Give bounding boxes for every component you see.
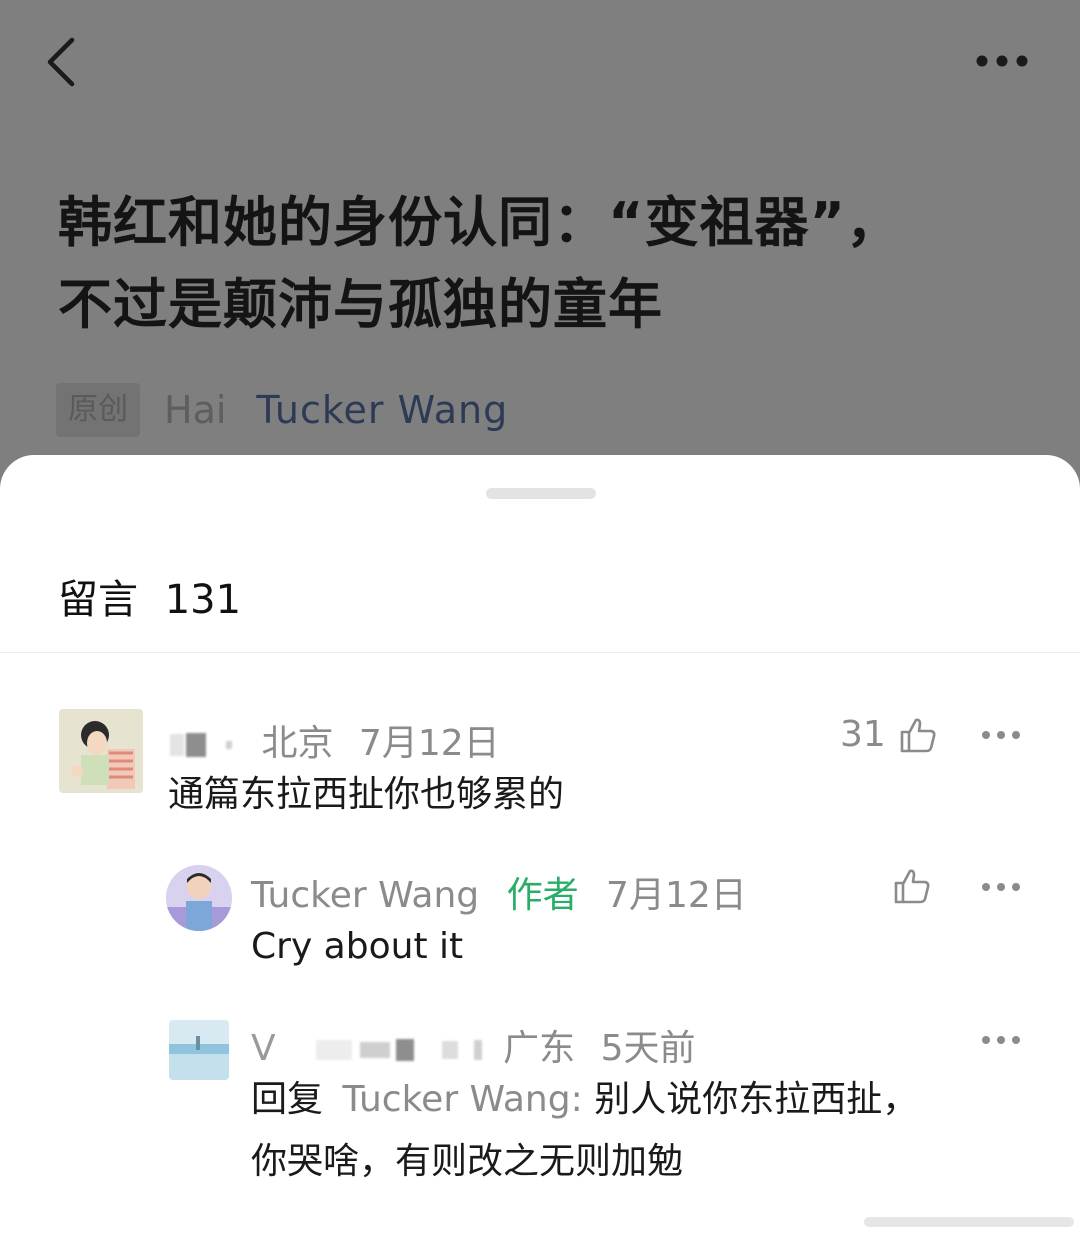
article-meta: 原创 Hai Tucker Wang — [56, 382, 508, 438]
replier-meta: V 广东 5天前 — [251, 1019, 695, 1071]
reply-to-name[interactable]: Tucker Wang — [342, 1079, 570, 1120]
reply-more-button[interactable] — [981, 879, 1021, 893]
reply-text-line1: 别人说你东拉西扯， — [594, 1079, 919, 1120]
reply-colon: : — [570, 1079, 583, 1120]
author-avatar-icon — [166, 865, 232, 931]
replier-location: 广东 — [503, 1028, 576, 1069]
blurred-username-part — [186, 733, 206, 757]
author-link[interactable]: Tucker Wang — [256, 388, 508, 432]
replier-avatar[interactable] — [169, 1020, 229, 1080]
reply-author-name[interactable]: Tucker Wang — [251, 875, 479, 916]
blurred-username-part — [441, 1041, 458, 1059]
commenter-avatar[interactable] — [59, 709, 143, 793]
blurred-username — [170, 734, 184, 756]
comment-location: 北京 — [261, 723, 334, 764]
more-dots-icon — [982, 883, 1020, 891]
replier-name-initial: V — [251, 1028, 276, 1069]
reply-prefix: 回复 — [251, 1079, 324, 1120]
author-prefix: Hai — [164, 388, 227, 432]
replier-text-line1: 回复 Tucker Wang: 别人说你东拉西扯， — [251, 1069, 1031, 1131]
comment-more-button[interactable] — [981, 727, 1021, 741]
reply-meta: Tucker Wang 作者 7月12日 — [251, 866, 747, 918]
avatar-illustration-icon — [59, 709, 143, 793]
blurred-username-part — [359, 1042, 390, 1058]
author-tag: 作者 — [506, 875, 579, 916]
sea-landscape-icon — [169, 1020, 229, 1080]
sheet-grabber[interactable] — [486, 488, 596, 499]
article-title-line1: 韩红和她的身份认同：“变祖器”， — [58, 191, 901, 254]
original-badge: 原创 — [56, 383, 140, 437]
comments-header: 留言 131 — [58, 567, 241, 625]
reply-text-line2: 你哭啥，有则改之无则加勉 — [251, 1141, 684, 1182]
blurred-username-part — [315, 1040, 352, 1060]
comments-label: 留言 — [58, 577, 138, 623]
replier-more-button[interactable] — [981, 1032, 1021, 1046]
blurred-username-part — [473, 1040, 482, 1060]
author-avatar[interactable] — [166, 865, 232, 931]
replier-text: 回复 Tucker Wang: 别人说你东拉西扯， 你哭啥，有则改之无则加勉 — [251, 1069, 1031, 1193]
reply-like-button[interactable] — [892, 866, 932, 906]
comments-sheet: 留言 131 北京 7月12日 31 通篇东拉西扯你也够累的 Tucker Wa… — [0, 455, 1080, 1249]
like-count: 31 — [840, 714, 886, 755]
replier-date: 5天前 — [600, 1028, 696, 1069]
more-options-button[interactable] — [972, 44, 1034, 78]
comment-date: 7月12日 — [358, 723, 500, 764]
thumbs-up-icon — [900, 718, 936, 752]
comment-meta: 北京 7月12日 — [170, 714, 500, 766]
more-dots-icon — [982, 731, 1020, 739]
divider — [0, 652, 1080, 653]
more-dots-icon — [976, 55, 1028, 67]
reply-date: 7月12日 — [606, 875, 747, 916]
article-title-line2: 不过是颠沛与孤独的童年 — [58, 273, 663, 336]
article-title: 韩红和她的身份认同：“变祖器”， 不过是颠沛与孤独的童年 — [58, 182, 1018, 346]
more-dots-icon — [982, 1036, 1020, 1044]
chevron-left-icon — [47, 37, 75, 87]
like-button[interactable]: 31 — [840, 714, 938, 755]
back-button[interactable] — [40, 32, 88, 92]
comments-count: 131 — [164, 577, 242, 623]
article-backdrop: 韩红和她的身份认同：“变祖器”， 不过是颠沛与孤独的童年 原创 Hai Tuck… — [0, 0, 1080, 520]
blurred-username-part — [395, 1039, 414, 1061]
blurred-username-part — [226, 741, 232, 749]
reply-text: Cry about it — [251, 926, 464, 967]
thumbs-up-icon — [894, 869, 930, 904]
home-indicator — [864, 1217, 1074, 1227]
comment-text: 通篇东拉西扯你也够累的 — [168, 774, 565, 815]
